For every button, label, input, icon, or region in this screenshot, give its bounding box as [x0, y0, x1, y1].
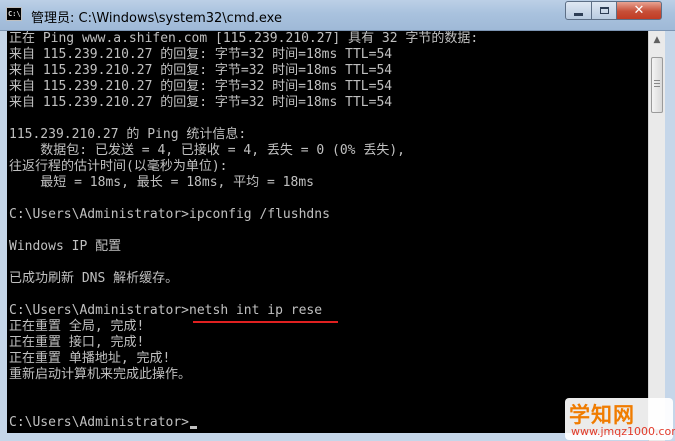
console-line: 来自 115.239.210.27 的回复: 字节=32 时间=18ms TTL… [9, 63, 393, 78]
console-line: 来自 115.239.210.27 的回复: 字节=32 时间=18ms TTL… [9, 47, 393, 62]
console-line: 来自 115.239.210.27 的回复: 字节=32 时间=18ms TTL… [9, 79, 393, 94]
window-frame-left [0, 31, 7, 441]
console-line: 已成功刷新 DNS 解析缓存。 [9, 271, 179, 286]
window-frame-right [665, 31, 675, 441]
scroll-up-arrow-icon[interactable]: ▲ [649, 31, 665, 48]
title-bar[interactable]: C:\ 管理员: C:\Windows\system32\cmd.exe ✕ [0, 0, 675, 31]
text-cursor [190, 426, 198, 429]
console-line: 正在重置 单播地址, 完成! [9, 351, 171, 366]
grip-icon [654, 80, 660, 81]
window-title: 管理员: C:\Windows\system32\cmd.exe [31, 11, 282, 26]
console-line: C:\Users\Administrator>netsh int ip rese [9, 303, 323, 318]
console-line: 115.239.210.27 的 Ping 统计信息: [9, 127, 247, 142]
site-watermark: 学知网 www.jmqz1000.com [565, 398, 675, 440]
console-output[interactable]: 正在 Ping www.a.shifen.com [115.239.210.27… [7, 31, 648, 433]
cmd-icon[interactable]: C:\ [6, 7, 22, 21]
red-underline-annotation [193, 321, 338, 323]
cmd-window: C:\ 管理员: C:\Windows\system32\cmd.exe ✕ 正… [0, 0, 675, 441]
console-prompt-line[interactable]: C:\Users\Administrator> [9, 415, 198, 431]
console-line: Windows IP 配置 [9, 239, 122, 254]
console-line: 来自 115.239.210.27 的回复: 字节=32 时间=18ms TTL… [9, 95, 393, 110]
maximize-icon [599, 7, 609, 14]
watermark-url: www.jmqz1000.com [571, 425, 675, 438]
minimize-icon [574, 12, 583, 16]
window-frame-bottom [7, 433, 648, 441]
maximize-button[interactable] [591, 1, 617, 20]
console-line: 数据包: 已发送 = 4, 已接收 = 4, 丢失 = 0 (0% 丢失), [9, 143, 405, 158]
console-line: 正在重置 接口, 完成! [9, 335, 145, 350]
console-line: 往返行程的估计时间(以毫秒为单位): [9, 159, 228, 174]
console-line: C:\Users\Administrator>ipconfig /flushdn… [9, 207, 330, 222]
console-line: 重新启动计算机来完成此操作。 [9, 367, 192, 382]
console-prompt: C:\Users\Administrator> [9, 415, 190, 430]
scrollbar-thumb[interactable] [651, 57, 663, 113]
close-icon: ✕ [633, 3, 645, 18]
console-line: 正在 Ping www.a.shifen.com [115.239.210.27… [9, 31, 479, 46]
console-line: 正在重置 全局, 完成! [9, 319, 145, 334]
console-line: 最短 = 18ms, 最长 = 18ms, 平均 = 18ms [9, 175, 314, 190]
minimize-button[interactable] [565, 1, 592, 20]
vertical-scrollbar[interactable]: ▲ ▼ [648, 31, 665, 441]
close-button[interactable]: ✕ [616, 1, 662, 20]
